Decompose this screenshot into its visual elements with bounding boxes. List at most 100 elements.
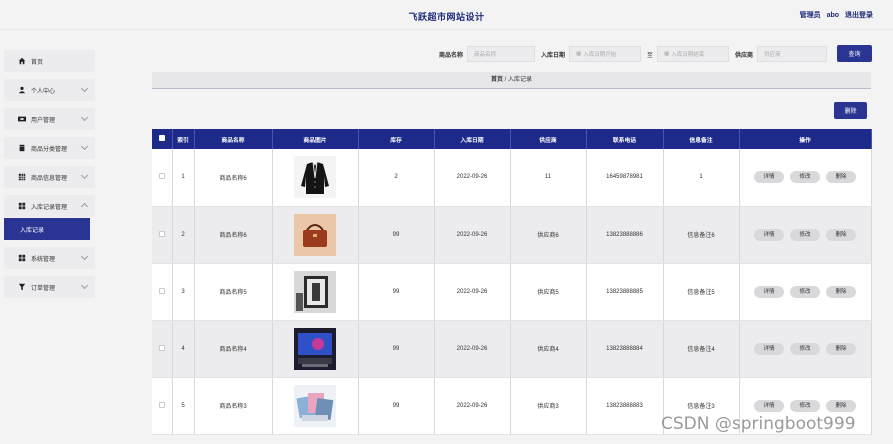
cell-name: 商品名称6 <box>194 149 273 207</box>
sidebar-item-orders[interactable]: 订单管理 <box>4 276 95 298</box>
select-all-checkbox[interactable] <box>152 129 173 149</box>
delete-button[interactable]: 删除 <box>826 171 856 184</box>
cell-index: 1 <box>172 149 195 207</box>
header-note: 信息备注 <box>663 129 740 149</box>
sidebar-item-home[interactable]: 首页 <box>4 50 95 72</box>
cell-image <box>272 149 359 207</box>
sidebar-item-system[interactable]: 系统管理 <box>4 247 95 269</box>
date-end-input[interactable]: ▦ 入库日期结束 <box>657 46 730 62</box>
cell-date: 2022-09-26 <box>434 206 511 264</box>
watermark: CSDN @springboot999 <box>661 414 856 434</box>
sidebar-item-label: 商品信息管理 <box>31 175 68 182</box>
query-button[interactable]: 查询 <box>837 45 872 62</box>
cell-stock: 2 <box>358 149 435 207</box>
cell-actions: 详情 修改 删除 <box>739 149 872 207</box>
name-input[interactable]: 商品名称 <box>467 46 536 62</box>
logout-link[interactable]: 退出登录 <box>845 12 873 19</box>
detail-button[interactable]: 详情 <box>754 285 784 298</box>
sidebar-item-label: 商品分类管理 <box>31 146 68 153</box>
top-header: 飞跃超市网站设计 管理员 abo 退出登录 <box>0 4 893 30</box>
cell-image <box>272 206 359 264</box>
photos-image <box>294 384 336 427</box>
header-image: 商品图片 <box>272 129 359 149</box>
cell-index: 3 <box>172 263 195 321</box>
cell-image <box>272 263 359 321</box>
date-start-input[interactable]: ▦ 入库日期开始 <box>569 46 642 62</box>
edit-button[interactable]: 修改 <box>790 228 820 241</box>
calendar-icon: ▦ <box>576 51 582 57</box>
cell-note: 信息备注6 <box>663 206 740 264</box>
edit-button[interactable]: 修改 <box>790 285 820 298</box>
sidebar-item-stock-records[interactable]: 入库记录管理 <box>4 195 95 217</box>
table-row: 1 商品名称6 2 2022-09-26 11 16459878981 1 详情… <box>152 149 872 207</box>
cell-actions: 详情 修改 删除 <box>739 320 872 378</box>
cell-supplier: 11 <box>510 149 587 207</box>
chevron-up-icon <box>80 202 89 211</box>
supplier-input[interactable]: 供应商 <box>757 46 828 62</box>
delete-button[interactable]: 删除 <box>826 285 856 298</box>
table-row: 4 商品名称4 99 2022-09-26 供应商4 13823888884 信… <box>152 320 872 378</box>
batch-delete-button[interactable]: 删除 <box>834 102 867 119</box>
home-icon <box>18 57 26 65</box>
row-checkbox[interactable] <box>152 320 173 378</box>
cell-note: 信息备注4 <box>663 320 740 378</box>
sidebar-item-personal-center[interactable]: 个人中心 <box>4 79 95 101</box>
breadcrumb: 首页 / 入库记录 <box>152 72 871 89</box>
header-supplier: 供应商 <box>510 129 587 149</box>
cell-image <box>272 320 359 378</box>
cell-name: 商品名称5 <box>194 263 273 321</box>
chevron-down-icon <box>80 252 89 261</box>
chevron-down-icon <box>80 113 89 122</box>
delete-button[interactable]: 删除 <box>826 228 856 241</box>
cell-image <box>272 377 359 435</box>
users-icon <box>18 116 26 122</box>
chevron-down-icon <box>80 142 89 151</box>
breadcrumb-sep: / <box>504 77 507 83</box>
row-checkbox[interactable] <box>152 206 173 264</box>
row-checkbox[interactable] <box>152 263 173 321</box>
table-row: 3 商品名称5 99 2022-09-26 供应商5 13823888885 信… <box>152 263 872 321</box>
cell-phone: 13823888885 <box>586 263 664 321</box>
chevron-down-icon <box>80 281 89 290</box>
detail-button[interactable]: 详情 <box>754 342 784 355</box>
grid-icon <box>18 173 26 181</box>
cell-date: 2022-09-26 <box>434 263 511 321</box>
search-bar: 商品名称 商品名称 入库日期 ▦ 入库日期开始 至 ▦ 入库日期结束 供应商 供应商… <box>400 44 872 64</box>
detail-button[interactable]: 详情 <box>754 228 784 241</box>
sidebar-item-label: 订单管理 <box>31 285 56 292</box>
breadcrumb-home[interactable]: 首页 <box>491 77 503 83</box>
header-actions: 操作 <box>739 129 872 149</box>
handbag-image <box>294 213 336 256</box>
table-header-row: 索引 商品名称 商品图片 库存 入库日期 供应商 联系电话 信息备注 操作 <box>152 129 872 149</box>
row-checkbox[interactable] <box>152 149 173 207</box>
edit-button[interactable]: 修改 <box>790 342 820 355</box>
sidebar-item-category-management[interactable]: 商品分类管理 <box>4 137 95 159</box>
frame-image <box>294 270 336 313</box>
cell-supplier: 供应商3 <box>510 377 587 435</box>
detail-button[interactable]: 详情 <box>754 171 784 184</box>
funnel-icon <box>18 283 26 291</box>
cell-date: 2022-09-26 <box>434 320 511 378</box>
sidebar-item-product-info[interactable]: 商品信息管理 <box>4 166 95 188</box>
cell-name: 商品名称6 <box>194 206 273 264</box>
detail-button[interactable]: 详情 <box>754 399 784 412</box>
sidebar: 首页 个人中心 用户管理 商品分类管理 商品信息管理 入库记录管理 入库记录 系… <box>4 50 95 305</box>
delete-button[interactable]: 删除 <box>826 399 856 412</box>
sidebar-item-label: 系统管理 <box>31 256 56 263</box>
sidebar-item-user-management[interactable]: 用户管理 <box>4 108 95 130</box>
date-separator: 至 <box>647 52 654 59</box>
user-role: 管理员 <box>799 12 821 19</box>
cell-supplier: 供应商4 <box>510 320 587 378</box>
sidebar-subitem-stock-record[interactable]: 入库记录 <box>4 218 90 240</box>
sidebar-item-label: 个人中心 <box>31 88 56 95</box>
edit-button[interactable]: 修改 <box>790 171 820 184</box>
row-checkbox[interactable] <box>152 377 173 435</box>
cell-phone: 13823888883 <box>586 377 664 435</box>
delete-button[interactable]: 删除 <box>826 342 856 355</box>
edit-button[interactable]: 修改 <box>790 399 820 412</box>
tv-image <box>294 327 336 370</box>
calendar-icon: ▦ <box>664 51 670 57</box>
cell-name: 商品名称4 <box>194 320 273 378</box>
table-row: 2 商品名称6 99 2022-09-26 供应商6 13823888886 信… <box>152 206 872 264</box>
sidebar-item-label: 首页 <box>31 59 44 66</box>
